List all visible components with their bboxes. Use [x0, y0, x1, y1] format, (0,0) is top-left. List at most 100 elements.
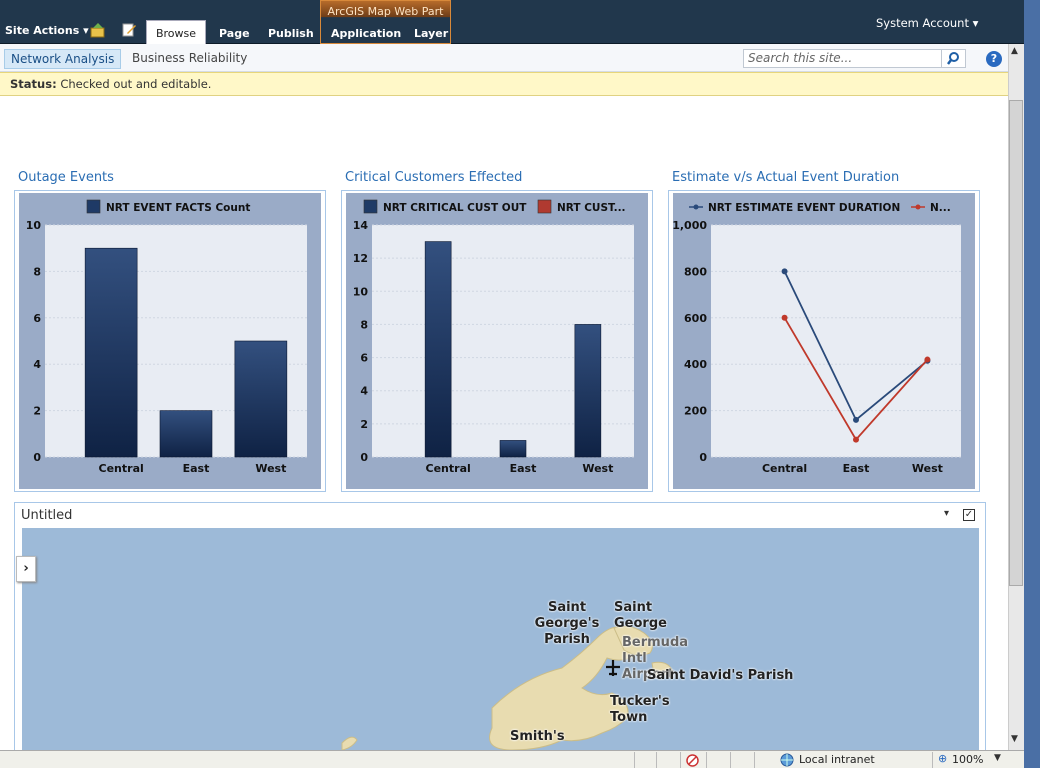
bar — [499, 440, 527, 458]
ribbon: Site Actions ▾ Browse Page Publish ArcGI… — [0, 0, 1024, 44]
data-point — [853, 436, 859, 443]
bar — [574, 324, 602, 458]
outage-events-title[interactable]: Outage Events — [18, 170, 114, 185]
y-tick-label: 8 — [360, 318, 368, 331]
legend-marker — [915, 204, 921, 210]
zoom-icon: ⊕ — [938, 752, 948, 765]
x-tick-label: Central — [99, 462, 144, 475]
legend-label: NRT ESTIMATE EVENT DURATION — [708, 202, 900, 214]
popup-blocked-icon[interactable] — [686, 754, 699, 767]
status-cell — [706, 752, 707, 768]
x-tick-label: East — [843, 462, 870, 475]
y-tick-label: 400 — [684, 358, 707, 371]
map-expand-button[interactable]: › — [16, 556, 36, 582]
scrollbar-thumb[interactable] — [1009, 100, 1023, 586]
search-input[interactable]: Search this site... — [743, 49, 942, 68]
x-tick-label: West — [912, 462, 943, 475]
security-zone[interactable]: Local intranet — [799, 753, 875, 766]
data-point — [781, 268, 788, 275]
search-button[interactable] — [942, 49, 966, 68]
estimate-chart-svg: 0 200 400 600 800 1,000 Central East West NRT EST… — [673, 193, 975, 489]
bermuda-landmass — [341, 625, 673, 750]
map-label-smiths: Smith's — [510, 729, 565, 744]
map-label-tuckers-town: Tucker's Town — [610, 694, 670, 725]
search-icon — [947, 52, 959, 65]
zoom-level[interactable]: 100% — [952, 753, 983, 766]
legend-label: NRT CUST... — [557, 202, 626, 214]
bar — [234, 340, 288, 458]
nav-business-reliability[interactable]: Business Reliability — [126, 49, 253, 69]
estimate-duration-title[interactable]: Estimate v/s Actual Event Duration — [672, 170, 899, 185]
zoom-dropdown-icon[interactable]: ▼ — [994, 753, 1001, 763]
user-menu[interactable]: System Account ▾ — [876, 16, 978, 30]
x-tick-label: East — [183, 462, 210, 475]
status-text: Checked out and editable. — [60, 77, 212, 91]
nav-network-analysis[interactable]: Network Analysis — [4, 49, 122, 69]
y-tick-label: 10 — [353, 285, 369, 298]
bar — [424, 241, 452, 458]
context-group-title: ArcGIS Map Web Part — [327, 5, 444, 18]
estimate-duration-chart: 0 200 400 600 800 1,000 Central East West NRT EST… — [668, 190, 980, 492]
status-cell — [730, 752, 731, 768]
map-label-saint-georges-parish: Saint George's Parish — [534, 600, 600, 647]
x-tick-label: Central — [426, 462, 471, 475]
status-cell — [680, 752, 681, 768]
bar — [159, 410, 213, 458]
y-tick-label: 1,000 — [673, 219, 707, 232]
tab-browse[interactable]: Browse — [146, 20, 206, 44]
outage-events-chart: 0 2 4 6 8 10 Central East West NRT EVENT FACTS Co… — [14, 190, 326, 492]
data-point — [853, 416, 859, 423]
y-tick-label: 0 — [360, 451, 368, 464]
status-cell — [932, 752, 933, 768]
critical-customers-chart: 0 2 4 6 8 10 12 14 Central East West NRT CRITICAL C… — [341, 190, 653, 492]
legend-swatch — [86, 199, 101, 214]
tab-page[interactable]: Page — [219, 27, 250, 40]
webpart-select-checkbox[interactable]: ✓ — [963, 509, 975, 521]
tab-layer[interactable]: Layer — [414, 27, 448, 40]
y-tick-label: 10 — [26, 219, 42, 232]
y-tick-label: 6 — [33, 312, 41, 325]
map-webpart-title[interactable]: Untitled — [21, 508, 72, 523]
legend-swatch — [363, 199, 378, 214]
y-tick-label: 0 — [699, 451, 707, 464]
data-point — [781, 314, 788, 321]
edit-page-icon[interactable] — [121, 22, 137, 38]
y-tick-label: 600 — [684, 312, 707, 325]
vertical-scrollbar[interactable]: ▲ ▼ — [1008, 44, 1024, 750]
x-tick-label: Central — [762, 462, 807, 475]
x-tick-label: West — [582, 462, 613, 475]
navigate-up-icon[interactable] — [90, 22, 106, 38]
globe-icon — [780, 753, 794, 767]
map-label-saint-george: Saint George — [614, 600, 667, 631]
browser-status-bar: Local intranet ⊕ 100% ▼ — [0, 750, 1024, 768]
map-canvas[interactable]: Saint George's Parish Saint George Bermu… — [22, 528, 979, 750]
help-icon[interactable]: ? — [986, 51, 1002, 67]
x-tick-label: East — [510, 462, 537, 475]
plot-area — [711, 225, 961, 457]
y-tick-label: 14 — [353, 219, 369, 232]
site-actions-menu[interactable]: Site Actions ▾ — [5, 24, 89, 37]
tab-publish[interactable]: Publish — [268, 27, 314, 40]
status-cell — [754, 752, 755, 768]
legend-swatch — [537, 199, 552, 214]
legend-label: N... — [930, 202, 951, 214]
legend-label: NRT CRITICAL CUST OUT — [383, 202, 527, 214]
y-tick-label: 12 — [353, 252, 368, 265]
y-tick-label: 8 — [33, 265, 41, 278]
legend-marker — [693, 204, 699, 210]
window-edge — [1024, 0, 1040, 768]
map-label-saint-davids-parish: Saint David's Parish — [647, 668, 794, 683]
x-tick-label: West — [255, 462, 286, 475]
y-tick-label: 800 — [684, 265, 707, 278]
data-point — [924, 356, 931, 363]
critical-customers-title[interactable]: Critical Customers Effected — [345, 170, 522, 185]
webpart-menu-icon[interactable]: ▾ — [944, 508, 949, 519]
y-tick-label: 200 — [684, 405, 707, 418]
y-tick-label: 6 — [360, 352, 368, 365]
tab-application[interactable]: Application — [331, 27, 401, 40]
scroll-down-arrow-icon[interactable]: ▼ — [1011, 734, 1018, 744]
scroll-up-arrow-icon[interactable]: ▲ — [1011, 46, 1018, 56]
y-tick-label: 2 — [360, 418, 368, 431]
legend-label: NRT EVENT FACTS Count — [106, 202, 250, 214]
status-cell — [634, 752, 635, 768]
